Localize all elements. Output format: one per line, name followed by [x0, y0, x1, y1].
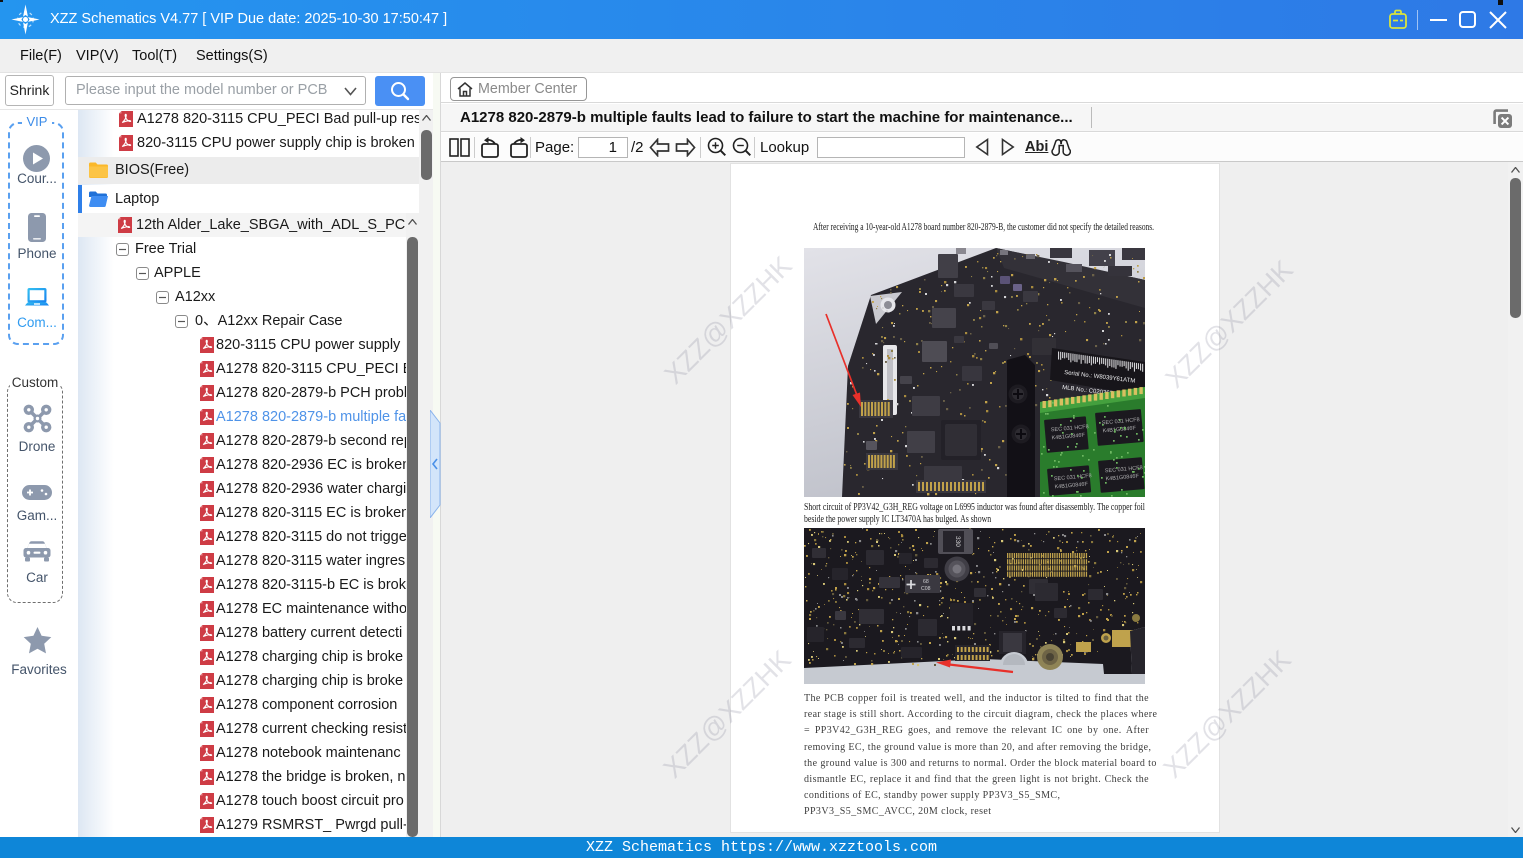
svg-text:330: 330 [954, 536, 961, 547]
svg-text:C08: C08 [921, 586, 931, 592]
svg-text:68: 68 [923, 579, 929, 585]
